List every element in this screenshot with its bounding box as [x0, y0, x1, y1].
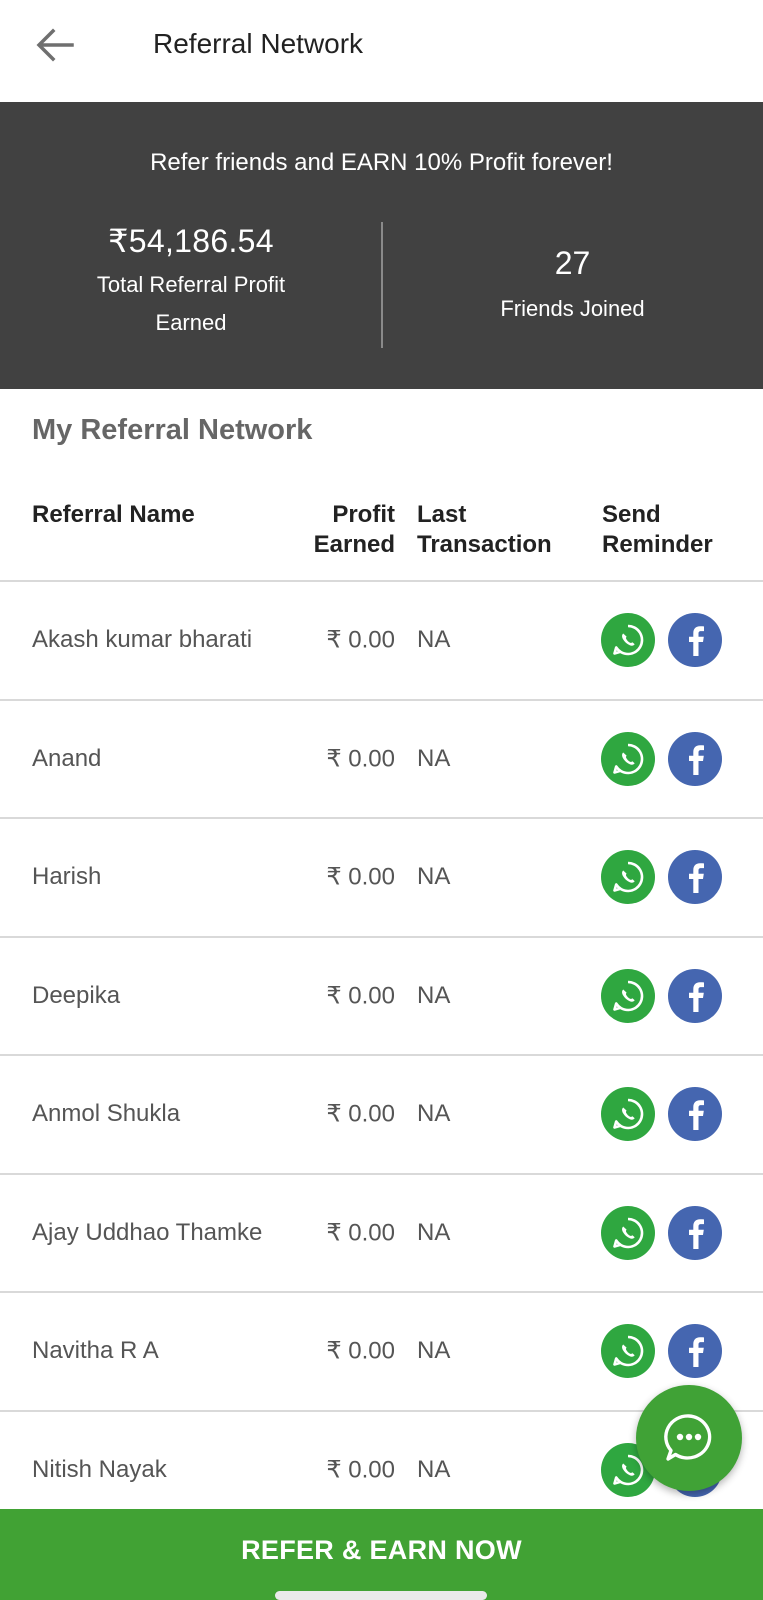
banner-headline: Refer friends and EARN 10% Profit foreve… — [150, 149, 613, 176]
last-transaction: NA — [417, 981, 451, 1009]
referral-name: Navitha R A — [32, 1337, 159, 1365]
table-row: Harish ₹ 0.00 NA — [0, 819, 763, 938]
whatsapp-icon — [613, 624, 644, 656]
whatsapp-reminder-button[interactable] — [601, 731, 655, 786]
last-transaction: NA — [417, 1455, 451, 1483]
facebook-reminder-button[interactable] — [668, 1087, 722, 1142]
column-header-name: Referral Name — [32, 501, 195, 528]
referral-name: Ajay Uddhao Thamke — [32, 1218, 263, 1246]
table-row: Anand ₹ 0.00 NA — [0, 701, 763, 819]
friends-count: 27 — [554, 245, 591, 281]
facebook-reminder-button[interactable] — [668, 613, 722, 668]
profit-earned: ₹ 0.00 — [326, 1100, 395, 1128]
column-header-last-transaction: Last Transaction — [417, 501, 552, 558]
referral-name: Anand — [32, 744, 102, 772]
app-bar: Referral Network — [0, 0, 763, 102]
column-header-profit: Profit Earned — [313, 501, 395, 558]
whatsapp-reminder-button[interactable] — [601, 850, 655, 905]
referral-name: Deepika — [32, 981, 121, 1009]
column-header-send-reminder: Send Reminder — [602, 501, 713, 558]
total-profit-label: Total Referral Profit Earned — [96, 272, 286, 335]
referral-summary-banner: Refer friends and EARN 10% Profit foreve… — [0, 102, 763, 389]
whatsapp-icon — [613, 980, 644, 1011]
section-title: My Referral Network — [32, 414, 313, 446]
whatsapp-reminder-button[interactable] — [601, 1087, 655, 1142]
whatsapp-reminder-button[interactable] — [601, 1324, 655, 1379]
profit-earned: ₹ 0.00 — [326, 626, 395, 654]
last-transaction: NA — [417, 1337, 451, 1365]
whatsapp-icon — [613, 743, 644, 774]
referral-name: Nitish Nayak — [32, 1455, 167, 1483]
table-row: Anmol Shukla ₹ 0.00 NA — [0, 1056, 763, 1175]
facebook-reminder-button[interactable] — [668, 1324, 722, 1379]
page-title: Referral Network — [153, 28, 364, 59]
table-header: Referral Name Profit Earned Last Transac… — [0, 496, 763, 582]
whatsapp-reminder-button[interactable] — [601, 968, 655, 1023]
last-transaction: NA — [417, 1218, 451, 1246]
whatsapp-reminder-button[interactable] — [601, 613, 655, 668]
last-transaction: NA — [417, 744, 451, 772]
facebook-icon — [689, 1100, 704, 1131]
total-profit-amount: ₹54,186.54 — [108, 223, 274, 259]
last-transaction: NA — [417, 626, 451, 654]
whatsapp-icon — [613, 861, 644, 893]
back-button[interactable] — [30, 20, 80, 70]
chat-support-button[interactable] — [636, 1385, 742, 1491]
profit-earned: ₹ 0.00 — [326, 1219, 395, 1247]
referral-name: Harish — [32, 863, 102, 891]
profit-earned: ₹ 0.00 — [326, 863, 395, 891]
total-profit-stat: ₹54,186.54 Total Referral Profit Earned — [0, 222, 382, 342]
profit-earned: ₹ 0.00 — [326, 1456, 395, 1484]
profit-earned: ₹ 0.00 — [326, 745, 395, 773]
table-row: Ajay Uddhao Thamke ₹ 0.00 NA — [0, 1175, 763, 1293]
whatsapp-icon — [613, 1335, 644, 1367]
chat-bubble-icon — [664, 1414, 712, 1461]
facebook-reminder-button[interactable] — [668, 850, 722, 905]
referral-list: Akash kumar bharati ₹ 0.00 NA Anand ₹ 0.… — [0, 582, 763, 1530]
home-indicator[interactable] — [275, 1591, 487, 1600]
arrow-left-icon — [36, 28, 74, 62]
facebook-reminder-button[interactable] — [668, 968, 722, 1023]
profit-earned: ₹ 0.00 — [326, 982, 395, 1010]
refer-earn-label: REFER & EARN NOW — [241, 1535, 522, 1565]
facebook-icon — [689, 863, 704, 894]
facebook-icon — [689, 1337, 704, 1368]
profit-earned: ₹ 0.00 — [326, 1337, 395, 1365]
whatsapp-reminder-button[interactable] — [601, 1205, 655, 1260]
facebook-icon — [689, 744, 704, 775]
table-row: Akash kumar bharati ₹ 0.00 NA — [0, 582, 763, 701]
referral-network-screen: Referral Network Refer friends and EARN … — [0, 0, 763, 1600]
friends-label: Friends Joined — [500, 296, 645, 321]
facebook-reminder-button[interactable] — [668, 731, 722, 786]
friends-joined-stat: 27 Friends Joined — [382, 245, 763, 322]
last-transaction: NA — [417, 863, 451, 891]
referral-name: Akash kumar bharati — [32, 626, 253, 654]
facebook-icon — [689, 981, 704, 1012]
table-row: Navitha R A ₹ 0.00 NA — [0, 1293, 763, 1412]
facebook-icon — [689, 1218, 704, 1249]
last-transaction: NA — [417, 1100, 451, 1128]
table-row: Deepika ₹ 0.00 NA — [0, 938, 763, 1056]
whatsapp-icon — [613, 1098, 644, 1130]
facebook-icon — [689, 626, 704, 657]
refer-earn-button[interactable]: REFER & EARN NOW — [0, 1509, 763, 1600]
referral-name: Anmol Shukla — [32, 1100, 181, 1128]
facebook-reminder-button[interactable] — [668, 1205, 722, 1260]
whatsapp-icon — [613, 1217, 644, 1248]
